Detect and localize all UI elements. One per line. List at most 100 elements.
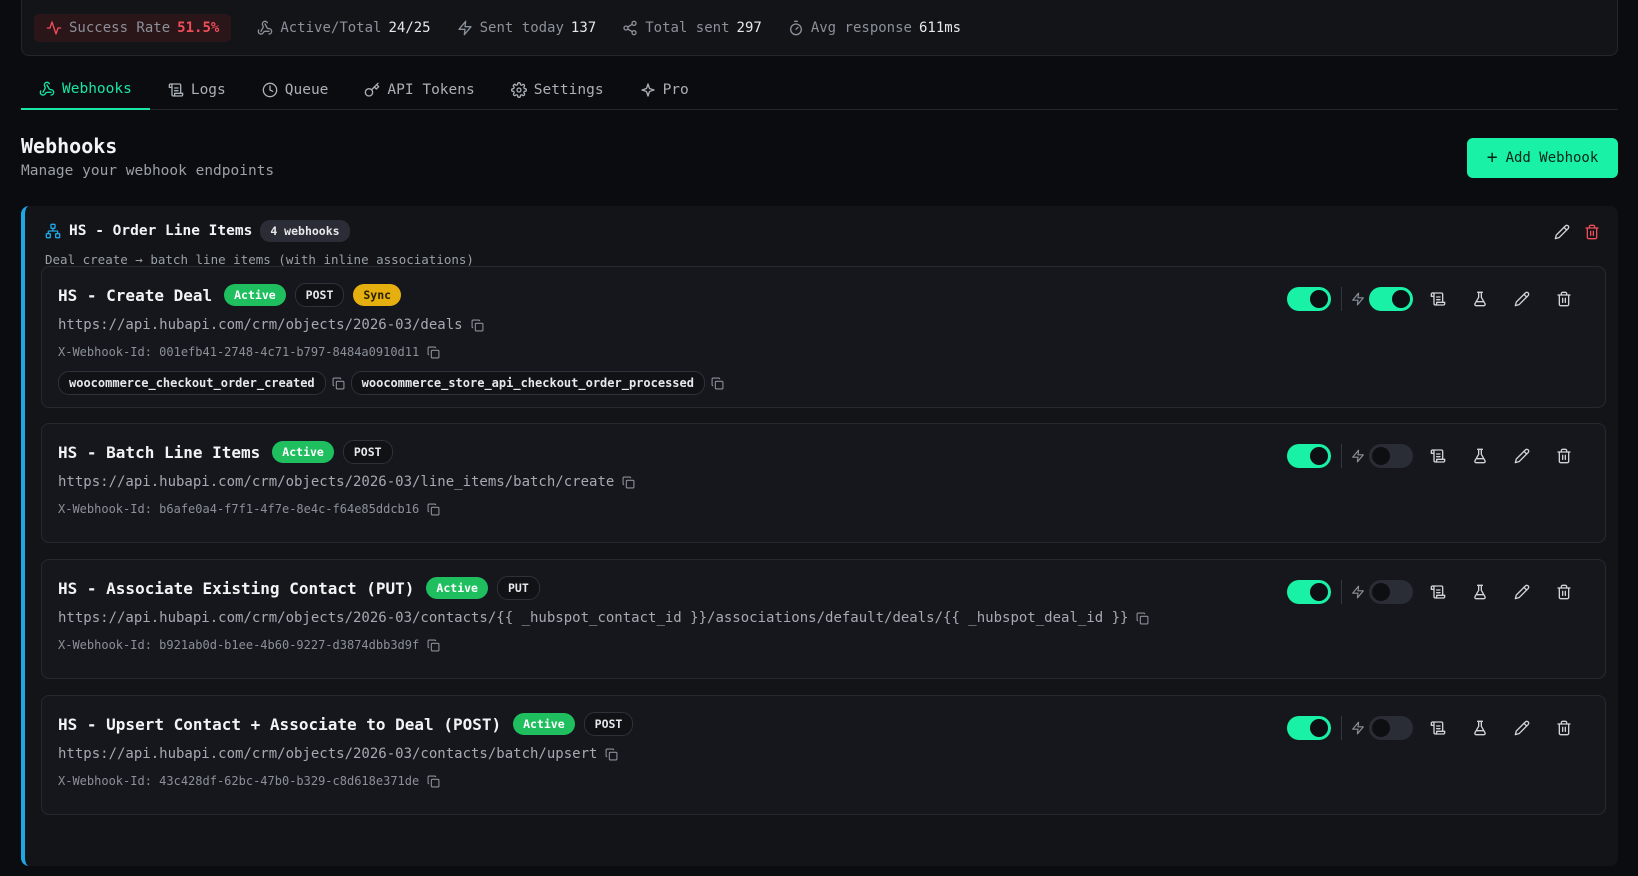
webhook-title-row: HS - Associate Existing Contact (PUT) Ac… bbox=[58, 576, 540, 600]
bolt-icon bbox=[1352, 585, 1364, 599]
tab-label: API Tokens bbox=[387, 82, 475, 98]
total-sent-label: Total sent bbox=[645, 19, 730, 36]
webhook-url: https://api.hubapi.com/crm/objects/2026-… bbox=[58, 474, 615, 490]
copy-icon[interactable] bbox=[471, 319, 484, 332]
avg-response-value: 611ms bbox=[918, 19, 962, 36]
webhook-title-row: HS - Batch Line Items Active POST bbox=[58, 440, 393, 464]
status-badge: Active bbox=[513, 713, 575, 735]
add-webhook-label: Add Webhook bbox=[1505, 150, 1599, 166]
webhook-name: HS - Create Deal bbox=[58, 285, 213, 305]
copy-icon[interactable] bbox=[332, 377, 345, 390]
tab-api-tokens[interactable]: API Tokens bbox=[346, 70, 492, 110]
test-button[interactable] bbox=[1459, 716, 1501, 740]
delete-button[interactable] bbox=[1543, 580, 1585, 604]
pencil-icon bbox=[1514, 584, 1530, 600]
logs-button[interactable] bbox=[1417, 716, 1459, 740]
sync-toggle[interactable] bbox=[1369, 287, 1413, 311]
copy-icon[interactable] bbox=[427, 503, 440, 516]
event-tag: woocommerce_store_api_checkout_order_pro… bbox=[350, 371, 705, 395]
tab-logs[interactable]: Logs bbox=[150, 70, 244, 110]
copy-icon[interactable] bbox=[427, 346, 440, 359]
copy-icon[interactable] bbox=[711, 377, 724, 390]
scroll-icon bbox=[1430, 721, 1446, 735]
webhook-controls bbox=[1287, 444, 1585, 468]
webhook-controls bbox=[1287, 580, 1585, 604]
tab-label: Queue bbox=[284, 82, 329, 98]
flask-icon bbox=[1474, 448, 1486, 464]
tab-queue[interactable]: Queue bbox=[244, 70, 347, 110]
tab-webhooks[interactable]: Webhooks bbox=[21, 70, 150, 110]
webhook-url: https://api.hubapi.com/crm/objects/2026-… bbox=[58, 317, 463, 333]
avg-response-label: Avg response bbox=[810, 19, 912, 36]
webhook-url-row: https://api.hubapi.com/crm/objects/2026-… bbox=[58, 746, 618, 762]
scroll-icon bbox=[1430, 292, 1446, 306]
activity-icon bbox=[46, 20, 62, 35]
bolt-icon bbox=[1352, 292, 1364, 306]
test-button[interactable] bbox=[1459, 287, 1501, 311]
webhook-id-row: X-Webhook-Id: b6afe0a4-f7f1-4f7e-8e4c-f6… bbox=[58, 502, 440, 516]
sync-toggle[interactable] bbox=[1369, 444, 1413, 468]
edit-button[interactable] bbox=[1501, 580, 1543, 604]
share-icon bbox=[623, 20, 637, 35]
webhook-id-row: X-Webhook-Id: 43c428df-62bc-47b0-b329-c8… bbox=[58, 774, 440, 788]
delete-group-icon[interactable] bbox=[1584, 224, 1600, 240]
sync-toggle[interactable] bbox=[1369, 716, 1413, 740]
enabled-toggle[interactable] bbox=[1287, 716, 1331, 740]
active-total-value: 24/25 bbox=[388, 19, 431, 36]
edit-button[interactable] bbox=[1501, 444, 1543, 468]
webhook-title-row: HS - Create Deal Active POST Sync bbox=[58, 283, 402, 307]
copy-icon[interactable] bbox=[605, 748, 618, 761]
success-rate-label: Success Rate bbox=[69, 19, 171, 36]
delete-button[interactable] bbox=[1543, 716, 1585, 740]
trash-icon bbox=[1557, 584, 1571, 600]
copy-icon[interactable] bbox=[427, 775, 440, 788]
edit-group-icon[interactable] bbox=[1554, 224, 1570, 240]
webhook-name: HS - Upsert Contact + Associate to Deal … bbox=[58, 714, 502, 734]
delete-button[interactable] bbox=[1543, 444, 1585, 468]
test-button[interactable] bbox=[1459, 580, 1501, 604]
sent-today-label: Sent today bbox=[479, 19, 564, 36]
group-description: Deal create → batch line items (with inl… bbox=[45, 252, 474, 267]
webhook-group: HS - Order Line Items 4 webhooks Deal cr… bbox=[21, 206, 1618, 866]
enabled-toggle[interactable] bbox=[1287, 580, 1331, 604]
webhook-url-row: https://api.hubapi.com/crm/objects/2026-… bbox=[58, 610, 1149, 626]
logs-button[interactable] bbox=[1417, 287, 1459, 311]
webhook-id: X-Webhook-Id: b921ab0d-b1ee-4b60-9227-d3… bbox=[58, 638, 420, 652]
total-sent-stat: Total sent 297 bbox=[622, 20, 762, 36]
gear-icon bbox=[510, 82, 527, 98]
copy-icon[interactable] bbox=[1136, 612, 1149, 625]
scroll-icon bbox=[1430, 449, 1446, 463]
test-button[interactable] bbox=[1459, 444, 1501, 468]
enabled-toggle[interactable] bbox=[1287, 444, 1331, 468]
method-badge: POST bbox=[583, 712, 634, 736]
method-badge: POST bbox=[342, 440, 393, 464]
scroll-icon bbox=[168, 83, 184, 97]
main-tabs: Webhooks Logs Queue API Tokens Settings … bbox=[21, 70, 1618, 110]
page-title: Webhooks bbox=[21, 134, 118, 158]
webhook-url-row: https://api.hubapi.com/crm/objects/2026-… bbox=[58, 474, 635, 490]
logs-button[interactable] bbox=[1417, 444, 1459, 468]
total-sent-value: 297 bbox=[736, 19, 762, 36]
enabled-toggle[interactable] bbox=[1287, 287, 1331, 311]
sync-badge: Sync bbox=[353, 284, 402, 306]
plus-icon: + bbox=[1486, 147, 1498, 168]
group-header: HS - Order Line Items 4 webhooks bbox=[45, 220, 350, 242]
add-webhook-button[interactable]: + Add Webhook bbox=[1467, 138, 1618, 178]
bolt-icon bbox=[457, 20, 472, 35]
clock-icon bbox=[262, 82, 278, 98]
sync-toggle[interactable] bbox=[1369, 580, 1413, 604]
edit-button[interactable] bbox=[1501, 716, 1543, 740]
tab-settings[interactable]: Settings bbox=[493, 70, 622, 110]
webhook-id-row: X-Webhook-Id: b921ab0d-b1ee-4b60-9227-d3… bbox=[58, 638, 440, 652]
group-count-badge: 4 webhooks bbox=[260, 220, 350, 242]
edit-button[interactable] bbox=[1501, 287, 1543, 311]
copy-icon[interactable] bbox=[427, 639, 440, 652]
tab-pro[interactable]: Pro bbox=[622, 70, 707, 110]
logs-button[interactable] bbox=[1417, 580, 1459, 604]
webhook-id: X-Webhook-Id: b6afe0a4-f7f1-4f7e-8e4c-f6… bbox=[58, 502, 420, 516]
pencil-icon bbox=[1514, 291, 1530, 307]
copy-icon[interactable] bbox=[622, 476, 635, 489]
webhook-id: X-Webhook-Id: 43c428df-62bc-47b0-b329-c8… bbox=[58, 774, 420, 788]
delete-button[interactable] bbox=[1543, 287, 1585, 311]
active-total-stat: Active/Total 24/25 bbox=[257, 19, 431, 36]
